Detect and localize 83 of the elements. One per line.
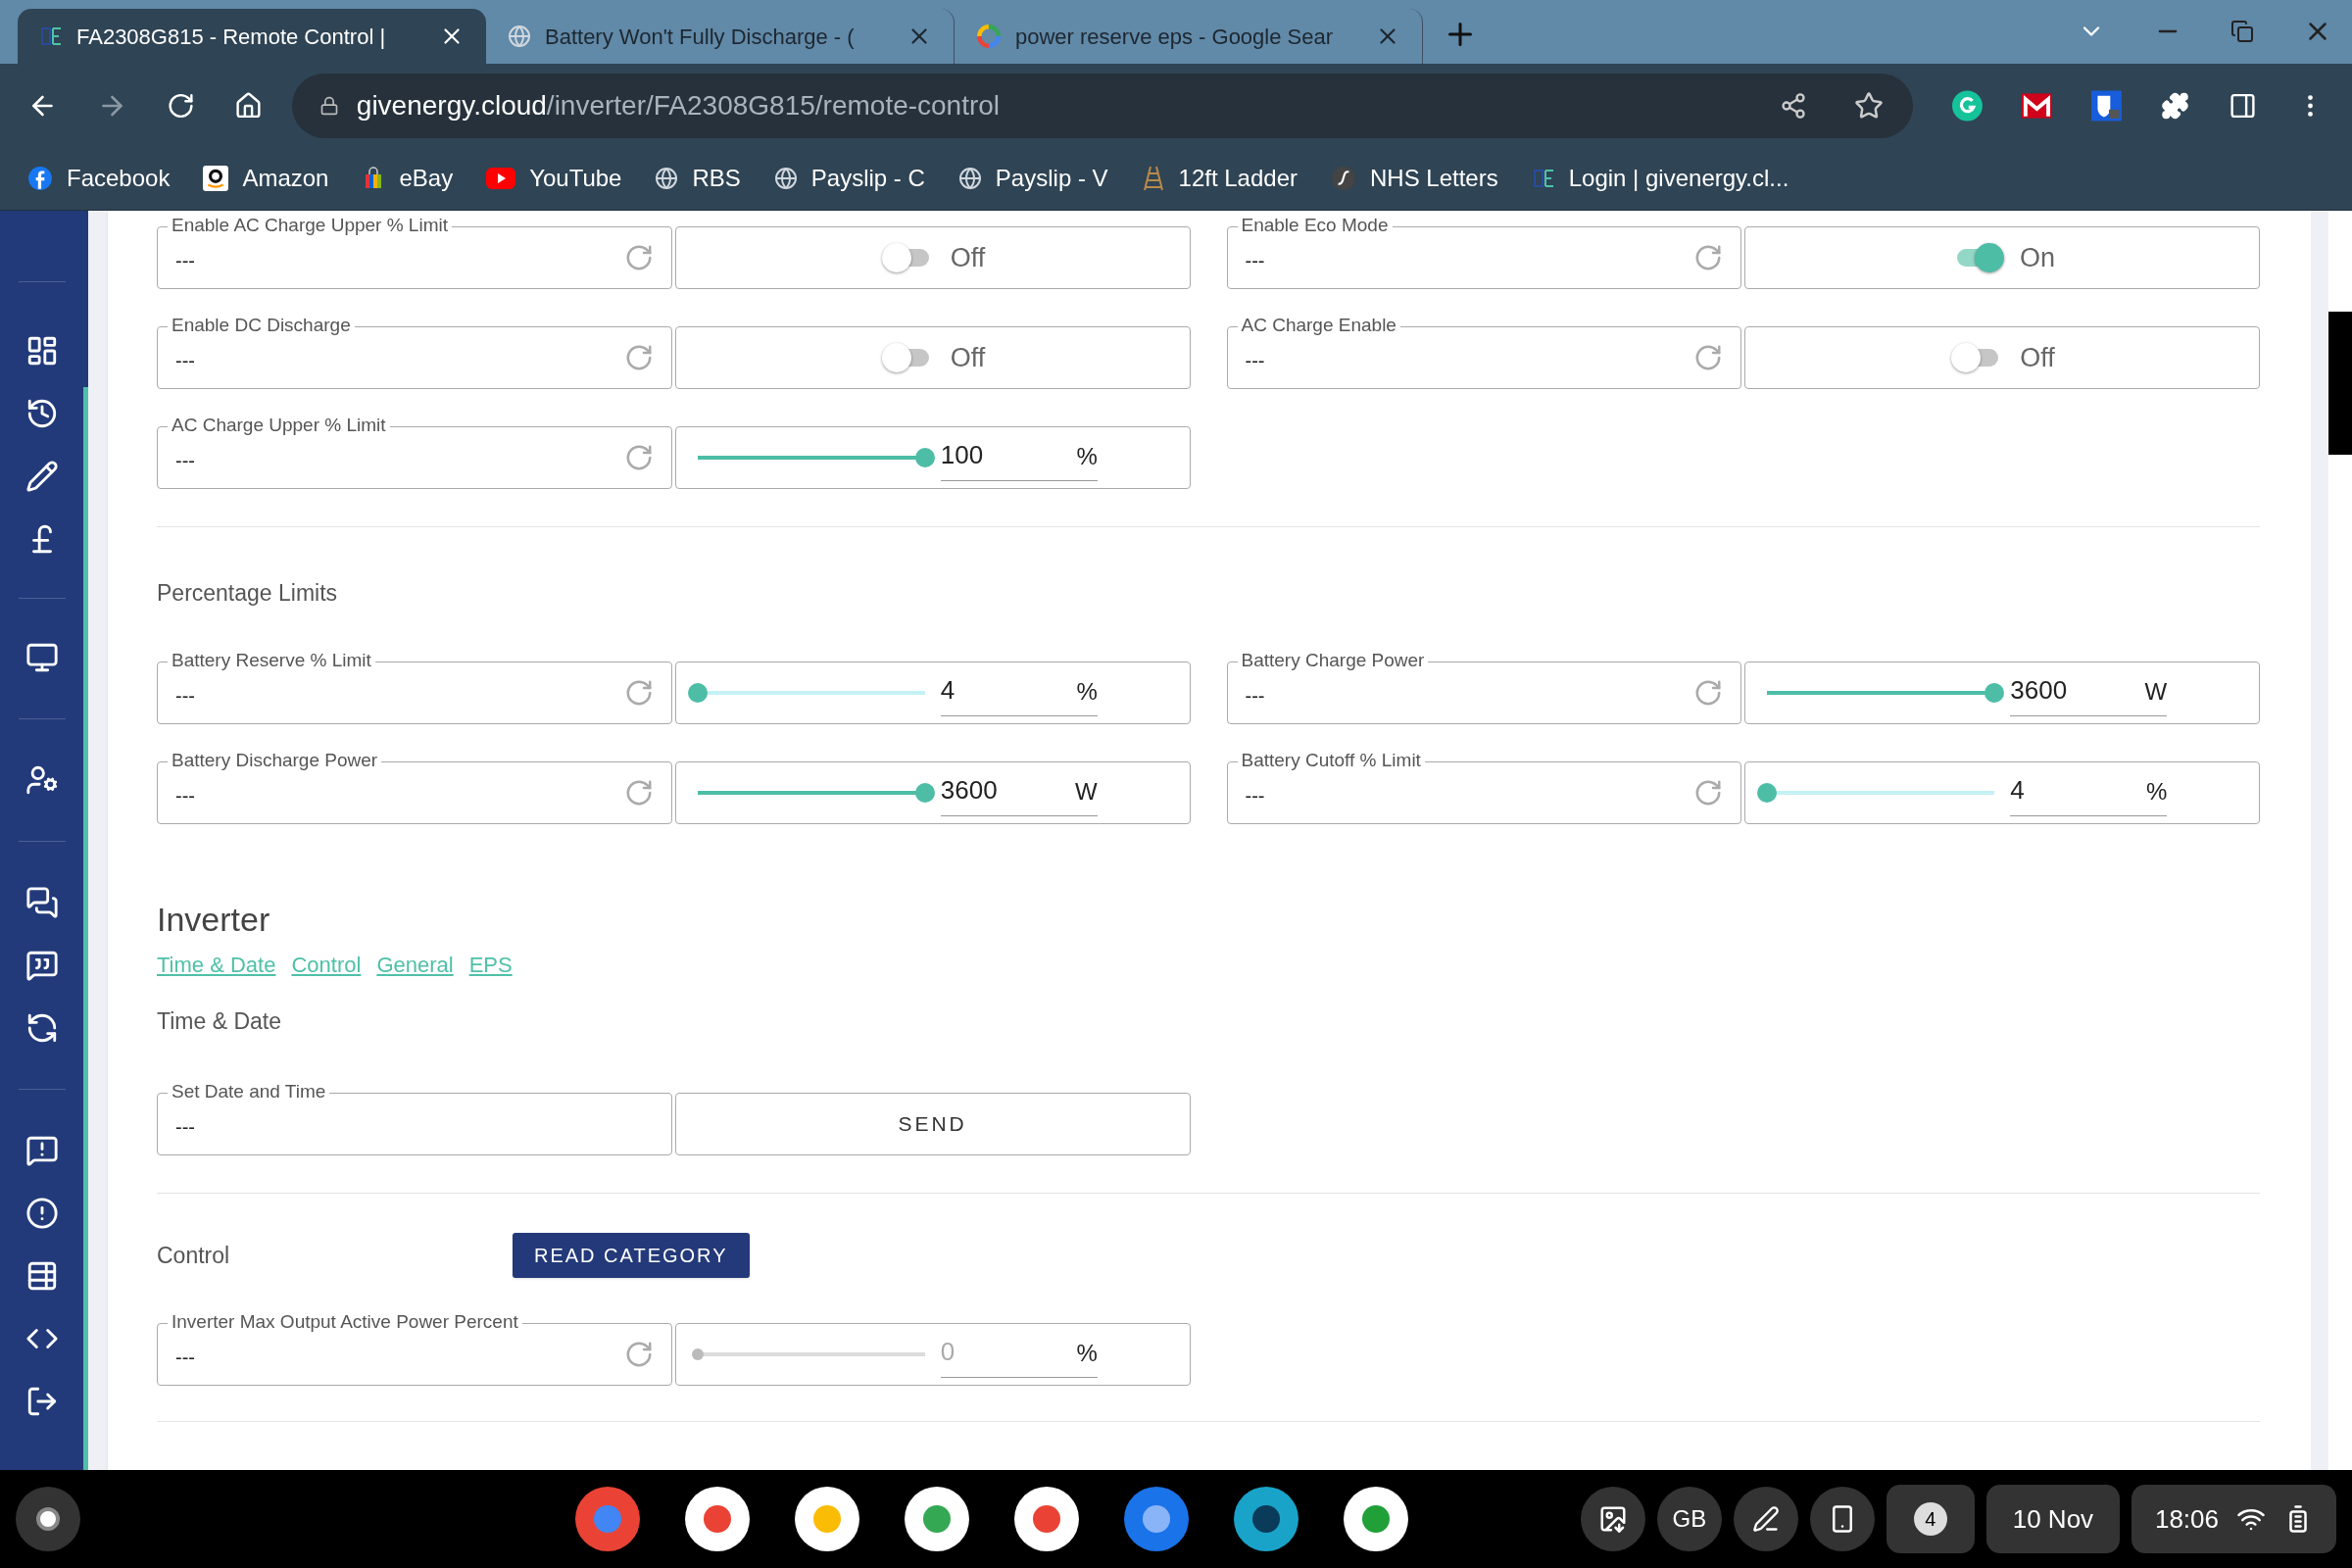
section-heading: Percentage Limits (157, 579, 339, 608)
send-button[interactable]: SEND (674, 1093, 1191, 1155)
pencil-icon[interactable] (24, 460, 59, 493)
slider-thumb[interactable] (1984, 682, 2005, 703)
globe-icon (508, 24, 531, 48)
bookmark[interactable]: Amazon (203, 161, 329, 196)
number-input[interactable]: 4 % (2010, 768, 2168, 816)
multicolor-ring-icon (976, 24, 1002, 49)
field-value: --- (1245, 783, 1265, 808)
globe-icon (957, 167, 982, 190)
field-value: --- (175, 249, 195, 273)
slider-thumb[interactable] (1757, 782, 1778, 803)
chat-bubbles-icon[interactable] (24, 886, 59, 919)
date-button[interactable]: 10 Nov (1985, 1485, 2120, 1553)
bookmark[interactable]: Payslip - C (773, 161, 925, 196)
bookmark[interactable]: Facebook (27, 161, 171, 196)
notification-button[interactable]: 4 (1886, 1485, 1975, 1553)
pen-icon (1751, 1505, 1780, 1533)
ladder-icon (1141, 166, 1165, 191)
field-value: --- (175, 683, 195, 709)
app-icon[interactable] (1344, 1487, 1409, 1551)
bookmark[interactable]: NHS Letters (1331, 161, 1498, 196)
field-value: --- (175, 449, 195, 473)
logo-icon (1531, 167, 1555, 190)
slider-thumb[interactable] (687, 682, 708, 703)
chat-alert-icon[interactable] (24, 1134, 59, 1167)
app-icon[interactable] (1234, 1487, 1299, 1551)
toggle-label: Off (2020, 341, 2055, 374)
field-value: --- (175, 783, 195, 808)
app-icon[interactable] (1124, 1487, 1190, 1551)
toggle-label: Off (950, 241, 986, 274)
extensions-icon[interactable] (2161, 90, 2189, 121)
bookmark[interactable]: Payslip - V (957, 161, 1108, 196)
restore-icon[interactable] (2230, 20, 2254, 43)
globe-icon (773, 167, 798, 190)
read-category-button[interactable]: READ CATEGORY (513, 1233, 750, 1278)
monitor-icon[interactable] (24, 641, 59, 674)
browser-tab[interactable]: FA2308G815 - Remote Control | (18, 9, 486, 64)
section-heading: Control (157, 1241, 231, 1270)
field-value: --- (1245, 249, 1265, 273)
inverter-heading: Inverter (157, 899, 271, 940)
field-value: --- (175, 1115, 195, 1140)
bookmark[interactable]: Login | givenergy.cl... (1531, 161, 1789, 196)
number-input[interactable]: 3600 W (940, 768, 1098, 816)
slider-thumb[interactable] (914, 448, 935, 467)
slider-thumb[interactable] (914, 782, 935, 803)
circle-f-shape-icon (27, 166, 53, 191)
app-icon[interactable] (1014, 1487, 1080, 1551)
share-icon[interactable] (1780, 91, 1808, 120)
notification-count: 4 (1913, 1502, 1947, 1536)
field-value: --- (1245, 683, 1265, 709)
app-icon[interactable] (685, 1487, 751, 1551)
quote-bubble-icon[interactable] (24, 949, 59, 982)
shield-lock-icon[interactable] (2091, 89, 2122, 122)
star-icon[interactable] (1854, 90, 1885, 121)
envelope-icon[interactable] (2022, 92, 2053, 119)
home-icon[interactable] (233, 90, 263, 121)
user-gear-icon[interactable] (24, 763, 59, 797)
bookmark[interactable]: eBay (362, 161, 454, 196)
toggle-label: On (2020, 241, 2056, 274)
app-icon[interactable] (795, 1487, 860, 1551)
section-heading: Time & Date (157, 1006, 282, 1036)
play-icon (486, 168, 516, 189)
alert-icon[interactable] (24, 1197, 59, 1230)
number-input[interactable]: 4 % (940, 668, 1098, 716)
smile-square-icon (203, 166, 229, 191)
lock-icon (318, 95, 339, 116)
number-input[interactable]: 100 % (940, 434, 1098, 481)
logo-icon (39, 24, 63, 48)
number-input[interactable]: 3600 W (2010, 668, 2168, 716)
bookmark[interactable]: RBS (655, 161, 741, 196)
field-value: --- (1245, 349, 1265, 373)
keyboard-button[interactable]: GB (1656, 1487, 1722, 1551)
bookmark[interactable]: YouTube (486, 161, 622, 196)
toggle-label: Off (950, 341, 986, 374)
field-value: --- (175, 1346, 195, 1370)
field-value: --- (175, 349, 195, 373)
app-icon[interactable] (905, 1487, 970, 1551)
globe-icon (655, 167, 679, 190)
address-bar[interactable]: givenergy.cloud/inverter/FA2308G815/remote-control (291, 73, 1914, 138)
circle-swirl-icon (1331, 166, 1356, 191)
bookmark[interactable]: 12ft Ladder (1141, 161, 1298, 196)
status-tray[interactable]: 18:06 (2131, 1485, 2336, 1553)
